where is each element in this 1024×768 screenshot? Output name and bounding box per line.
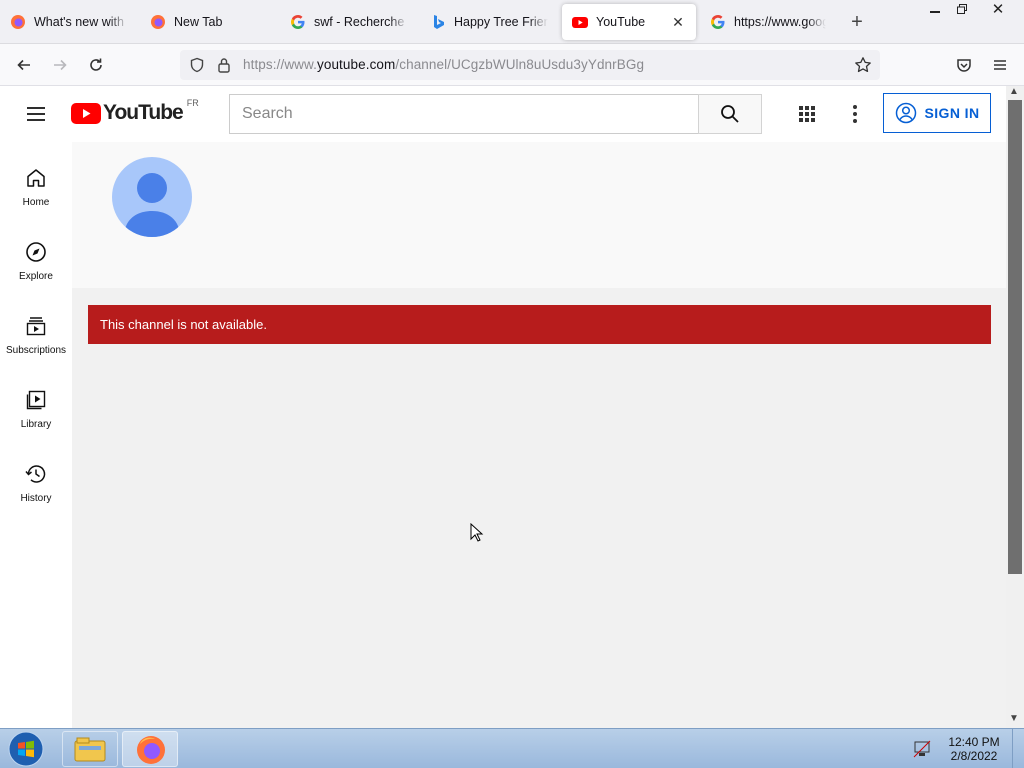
system-clock[interactable]: 12:40 PM 2/8/2022 — [944, 735, 1004, 763]
url-path: /channel/UCgzbWUln8uUsdu3yYdnrBGg — [395, 57, 645, 72]
search-box — [229, 94, 699, 134]
guide-menu-button[interactable] — [24, 102, 48, 126]
url-text[interactable]: https://www.youtube.com/channel/UCgzbWUl… — [243, 57, 644, 72]
forward-button[interactable] — [48, 53, 72, 77]
arrow-right-icon — [54, 59, 67, 71]
lock-icon — [218, 58, 230, 73]
restore-button[interactable] — [947, 0, 977, 22]
search-input[interactable] — [230, 95, 699, 133]
scroll-down-icon[interactable]: ▼ — [1009, 713, 1019, 724]
firefox-icon — [137, 736, 165, 764]
browser-tab-strip: What's new with Firefox New Tab swf - Re… — [0, 0, 1024, 44]
bookmark-star-button[interactable] — [851, 53, 875, 77]
network-tray-icon[interactable] — [913, 740, 931, 758]
start-button[interactable] — [6, 730, 46, 768]
logo-wordmark: YouTube — [103, 101, 184, 124]
guide-label: Library — [20, 419, 52, 430]
history-icon — [25, 465, 46, 483]
firefox-icon — [10, 14, 26, 30]
apps-button[interactable] — [797, 104, 817, 124]
tab-title: YouTube — [596, 15, 646, 29]
reload-button[interactable] — [84, 53, 108, 77]
more-vertical-icon — [853, 105, 857, 123]
address-bar[interactable]: https://www.youtube.com/channel/UCgzbWUl… — [180, 50, 880, 80]
file-explorer-icon — [74, 737, 106, 762]
library-icon — [26, 390, 46, 410]
tab-whats-new[interactable]: What's new with Firefox — [0, 4, 138, 40]
tab-title: What's new with Firefox — [34, 15, 128, 29]
arrow-left-icon — [17, 59, 30, 71]
channel-unavailable-alert: This channel is not available. — [88, 305, 991, 344]
home-icon — [27, 169, 45, 187]
url-domain: youtube.com — [316, 57, 396, 72]
search-icon — [721, 105, 739, 123]
default-avatar-icon — [124, 173, 180, 237]
app-menu-button[interactable] — [988, 53, 1012, 77]
subscriptions-icon — [26, 317, 46, 336]
guide-item-history[interactable]: History — [0, 452, 72, 522]
sign-in-button[interactable]: SIGN IN — [883, 93, 991, 133]
settings-more-button[interactable] — [845, 103, 865, 125]
taskbar-explorer[interactable] — [62, 731, 118, 767]
guide-item-subscriptions[interactable]: Subscriptions — [0, 304, 72, 374]
browser-toolbar: https://www.youtube.com/channel/UCgzbWUl… — [0, 44, 1024, 86]
tab-happy-tree-friends[interactable]: Happy Tree Friends — [420, 4, 558, 40]
tab-title: https://www.google.com — [734, 15, 826, 29]
guide-label: Explore — [19, 271, 53, 282]
scroll-up-icon[interactable]: ▲ — [1009, 86, 1019, 97]
youtube-header: YouTube FR SIGN IN — [0, 86, 1006, 142]
hamburger-menu-icon — [994, 60, 1006, 70]
hamburger-menu-icon — [27, 107, 45, 121]
guide-label: Home — [22, 197, 50, 208]
guide-label: History — [20, 493, 52, 504]
guide-item-explore[interactable]: Explore — [0, 230, 72, 300]
search-button[interactable] — [698, 94, 762, 134]
close-window-button[interactable]: ✕ — [982, 0, 1014, 22]
youtube-play-icon — [71, 102, 101, 124]
vertical-scrollbar[interactable]: ▲ ▼ — [1006, 86, 1024, 728]
youtube-icon — [572, 14, 588, 30]
url-prefix: https://www. — [243, 57, 317, 72]
clock-date: 2/8/2022 — [950, 749, 998, 763]
scrollbar-thumb[interactable] — [1008, 100, 1022, 574]
google-icon — [710, 14, 726, 30]
channel-header — [72, 142, 1006, 288]
pocket-button[interactable] — [952, 53, 976, 77]
windows-taskbar: 12:40 PM 2/8/2022 — [0, 728, 1024, 768]
mini-guide: Home Explore Subscriptions Library Histo… — [0, 142, 72, 728]
tab-google[interactable]: https://www.google.com — [700, 4, 836, 40]
bing-icon — [430, 14, 446, 30]
taskbar-firefox[interactable] — [122, 731, 178, 767]
guide-label: Subscriptions — [5, 345, 67, 356]
clock-time: 12:40 PM — [948, 735, 1000, 749]
minimize-button[interactable] — [920, 0, 950, 22]
tracking-protection-icon — [190, 57, 204, 73]
new-tab-button[interactable]: + — [846, 12, 868, 34]
pocket-icon — [957, 59, 971, 72]
guide-item-home[interactable]: Home — [0, 156, 72, 226]
close-tab-icon[interactable]: ✕ — [670, 14, 686, 30]
back-button[interactable] — [12, 53, 36, 77]
guide-item-library[interactable]: Library — [0, 378, 72, 448]
sign-in-label: SIGN IN — [924, 105, 980, 121]
show-desktop-button[interactable] — [1012, 729, 1024, 768]
tab-youtube[interactable]: YouTube ✕ — [562, 4, 696, 40]
google-icon — [290, 14, 306, 30]
reload-icon — [90, 58, 102, 71]
tab-google-search[interactable]: swf - Recherche Google — [280, 4, 418, 40]
compass-icon — [26, 242, 46, 262]
tab-title: swf - Recherche Google — [314, 15, 408, 29]
apps-grid-icon — [799, 106, 815, 122]
firefox-icon — [150, 14, 166, 30]
channel-avatar — [112, 157, 192, 237]
tab-new-tab[interactable]: New Tab — [140, 4, 280, 40]
tab-title: Happy Tree Friends — [454, 15, 548, 29]
star-icon — [855, 57, 871, 73]
account-circle-icon — [895, 102, 916, 124]
youtube-logo[interactable]: YouTube FR — [71, 98, 199, 125]
tab-title: New Tab — [174, 15, 223, 29]
region-code: FR — [186, 98, 199, 108]
windows-start-orb-icon — [8, 731, 44, 767]
mouse-cursor-icon — [470, 523, 484, 542]
